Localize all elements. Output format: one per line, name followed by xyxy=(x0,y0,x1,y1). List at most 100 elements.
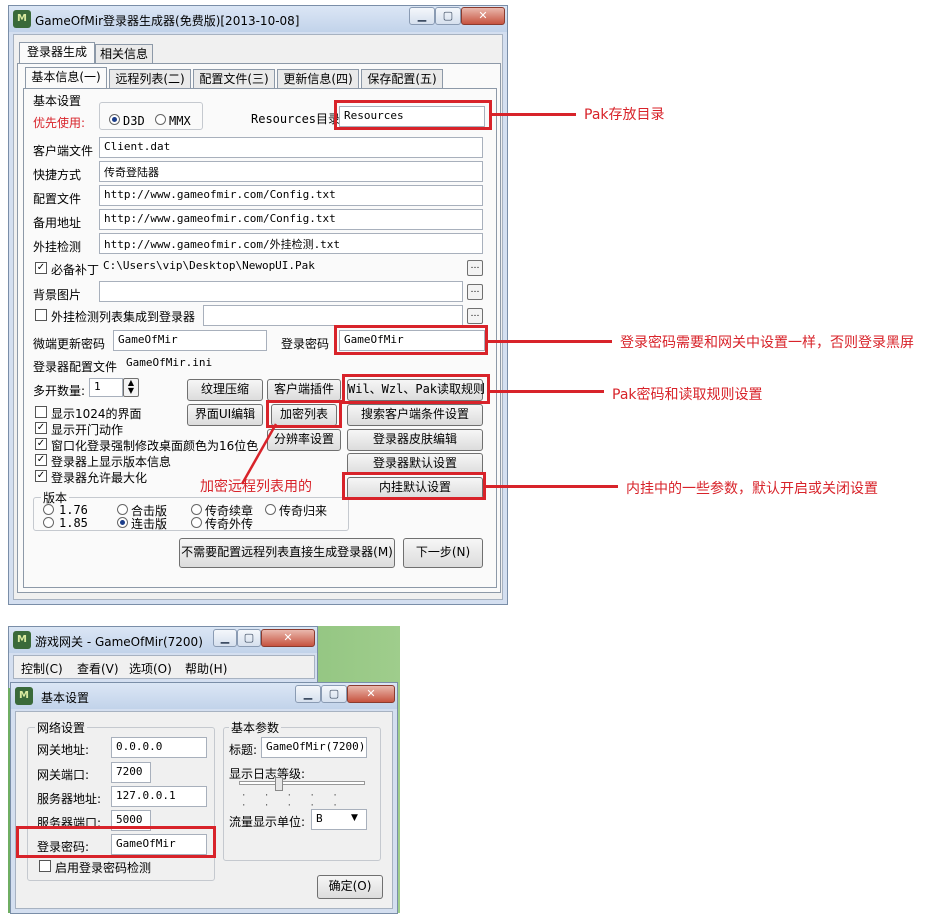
required-patch-input[interactable]: C:\Users\vip\Desktop\NewopUI.Pak xyxy=(99,257,463,278)
gateway-app-icon: M xyxy=(13,631,31,649)
log-level-slider-track[interactable] xyxy=(239,781,365,785)
texture-compress-button[interactable]: 纹理压缩 xyxy=(187,379,263,401)
shortcut-input[interactable]: 传奇登陆器 xyxy=(99,161,483,182)
minimize-icon[interactable]: ▁ xyxy=(409,7,435,25)
search-client-button[interactable]: 搜索客户端条件设置 xyxy=(347,404,483,426)
highlight-login-pwd xyxy=(334,325,488,355)
generate-direct-button[interactable]: 不需要配置远程列表直接生成登录器(M) xyxy=(179,538,395,568)
gateway-port-label: 网关端口: xyxy=(37,768,90,782)
gateway-addr-input[interactable]: 0.0.0.0 xyxy=(111,737,207,758)
option-door-anim-checkbox[interactable]: ✓ xyxy=(35,422,47,434)
bg-image-label: 背景图片 xyxy=(33,288,82,302)
gateway-title: 游戏网关 - GameOfMir(7200) xyxy=(35,635,203,649)
radio-ver-combo[interactable] xyxy=(117,504,128,515)
browse-patch-button[interactable]: … xyxy=(467,260,483,276)
login-pwd-label: 登录密码 xyxy=(281,337,330,351)
client-file-input[interactable]: Client.dat xyxy=(99,137,483,158)
annotation-remote-list: 加密远程列表用的 xyxy=(200,479,312,495)
gateway-maximize-icon[interactable]: ▢ xyxy=(237,629,261,647)
tab-remote-list[interactable]: 远程列表(二) xyxy=(109,69,191,89)
radio-ver-return[interactable] xyxy=(265,504,276,515)
line-pak-rule xyxy=(490,390,604,393)
launcher-config-input[interactable]: GameOfMir.ini xyxy=(121,353,485,374)
radio-ver-side[interactable] xyxy=(191,517,202,528)
client-file-label: 客户端文件 xyxy=(33,144,94,158)
gateway-minimize-icon[interactable]: ▁ xyxy=(213,629,237,647)
dialog-close-icon[interactable]: ✕ xyxy=(347,685,395,703)
gateway-close-icon[interactable]: ✕ xyxy=(261,629,315,647)
option-1024-checkbox[interactable] xyxy=(35,406,47,418)
window-title: GameOfMir登录器生成器(免费版)[2013-10-08] xyxy=(35,14,300,28)
required-patch-checkbox[interactable]: ✓ xyxy=(35,262,47,274)
bg-image-input[interactable] xyxy=(99,281,463,302)
gateway-port-input[interactable]: 7200 xyxy=(111,762,151,783)
line-plugin-params xyxy=(486,485,618,488)
resources-label: Resources目录: xyxy=(251,112,348,126)
server-addr-input[interactable]: 127.0.0.1 xyxy=(111,786,207,807)
shortcut-label: 快捷方式 xyxy=(33,168,82,182)
tab-basic-info[interactable]: 基本信息(一) xyxy=(25,67,107,89)
option-maximize-checkbox[interactable]: ✓ xyxy=(35,470,47,482)
plugin-list-checkbox[interactable] xyxy=(35,309,47,321)
gateway-window: M 游戏网关 - GameOfMir(7200) ▁ ▢ ✕ 控制(C) 查看(… xyxy=(8,626,318,688)
radio-d3d[interactable] xyxy=(109,114,120,125)
radio-mmx[interactable] xyxy=(155,114,166,125)
annotation-plugin-params: 内挂中的一些参数，默认开启或关闭设置 xyxy=(626,481,878,497)
radio-ver-return-label: 传奇归来 xyxy=(279,504,328,518)
enable-pwd-check-checkbox[interactable] xyxy=(39,860,51,872)
close-icon[interactable]: ✕ xyxy=(461,7,505,25)
basic-settings-dialog: M 基本设置 ▁ ▢ ✕ 网络设置 网关地址: 0.0.0.0 网关端口: 72… xyxy=(10,682,398,914)
config-file-input[interactable]: http://www.gameofmir.com/Config.txt xyxy=(99,185,483,206)
menu-help[interactable]: 帮助(H) xyxy=(185,660,227,677)
micro-pwd-input[interactable]: GameOfMir xyxy=(113,330,267,351)
option-16bit-checkbox[interactable]: ✓ xyxy=(35,438,47,450)
menu-view[interactable]: 查看(V) xyxy=(77,660,119,677)
tab-generator[interactable]: 登录器生成 xyxy=(19,42,95,64)
plugin-list-input[interactable] xyxy=(203,305,463,326)
browse-plugin-list-button[interactable]: … xyxy=(467,308,483,324)
menu-control[interactable]: 控制(C) xyxy=(21,660,63,677)
ok-button[interactable]: 确定(O) xyxy=(317,875,383,899)
title-input[interactable]: GameOfMir(7200) xyxy=(261,737,367,758)
client-plugin-button[interactable]: 客户端插件 xyxy=(267,379,341,401)
tab-related-info[interactable]: 相关信息 xyxy=(95,44,153,64)
radio-ver-sequel[interactable] xyxy=(191,504,202,515)
radio-ver-176[interactable] xyxy=(43,504,54,515)
next-button[interactable]: 下一步(N) xyxy=(403,538,483,568)
tab-config-file[interactable]: 配置文件(三) xyxy=(193,69,275,89)
multi-count-input[interactable]: 1 xyxy=(89,378,123,397)
option-version-info-label: 登录器上显示版本信息 xyxy=(51,455,172,469)
tab-update-info[interactable]: 更新信息(四) xyxy=(277,69,359,89)
annotation-login-pwd: 登录密码需要和网关中设置一样，否则登录黑屏 xyxy=(620,335,914,351)
option-door-anim-label: 显示开门动作 xyxy=(51,423,124,437)
radio-ver-176-label: 1.76 xyxy=(59,503,88,517)
radio-ver-chain[interactable] xyxy=(117,517,128,528)
line-pak-dir xyxy=(492,113,576,116)
dialog-minimize-icon[interactable]: ▁ xyxy=(295,685,321,703)
browse-bg-button[interactable]: … xyxy=(467,284,483,300)
title-label: 标题: xyxy=(229,743,258,757)
plugin-check-input[interactable]: http://www.gameofmir.com/外挂检测.txt xyxy=(99,233,483,254)
radio-ver-chain-label: 连击版 xyxy=(131,517,168,531)
dialog-maximize-icon[interactable]: ▢ xyxy=(321,685,347,703)
multi-count-spinner[interactable]: ▲ ▼ xyxy=(123,378,139,397)
backup-addr-input[interactable]: http://www.gameofmir.com/Config.txt xyxy=(99,209,483,230)
menu-options[interactable]: 选项(O) xyxy=(129,660,172,677)
tab-save-config[interactable]: 保存配置(五) xyxy=(361,69,443,89)
line-login-pwd xyxy=(488,340,612,343)
radio-ver-185[interactable] xyxy=(43,517,54,528)
highlight-resources xyxy=(334,100,492,130)
flow-unit-select[interactable]: B xyxy=(311,809,367,830)
app-icon: M xyxy=(13,10,31,28)
highlight-gw-login-pwd xyxy=(16,826,216,858)
maximize-icon[interactable]: ▢ xyxy=(435,7,461,25)
plugin-list-label: 外挂检测列表集成到登录器 xyxy=(51,310,196,324)
option-version-info-checkbox[interactable]: ✓ xyxy=(35,454,47,466)
section-basic-title: 基本设置 xyxy=(33,94,82,108)
chevron-down-icon[interactable]: ▼ xyxy=(351,813,358,823)
skin-edit-button[interactable]: 登录器皮肤编辑 xyxy=(347,429,483,451)
highlight-plugin-default xyxy=(342,472,486,500)
option-1024-label: 显示1024的界面 xyxy=(51,407,142,421)
network-group-label: 网络设置 xyxy=(35,719,88,736)
log-level-slider-thumb[interactable] xyxy=(275,777,283,791)
